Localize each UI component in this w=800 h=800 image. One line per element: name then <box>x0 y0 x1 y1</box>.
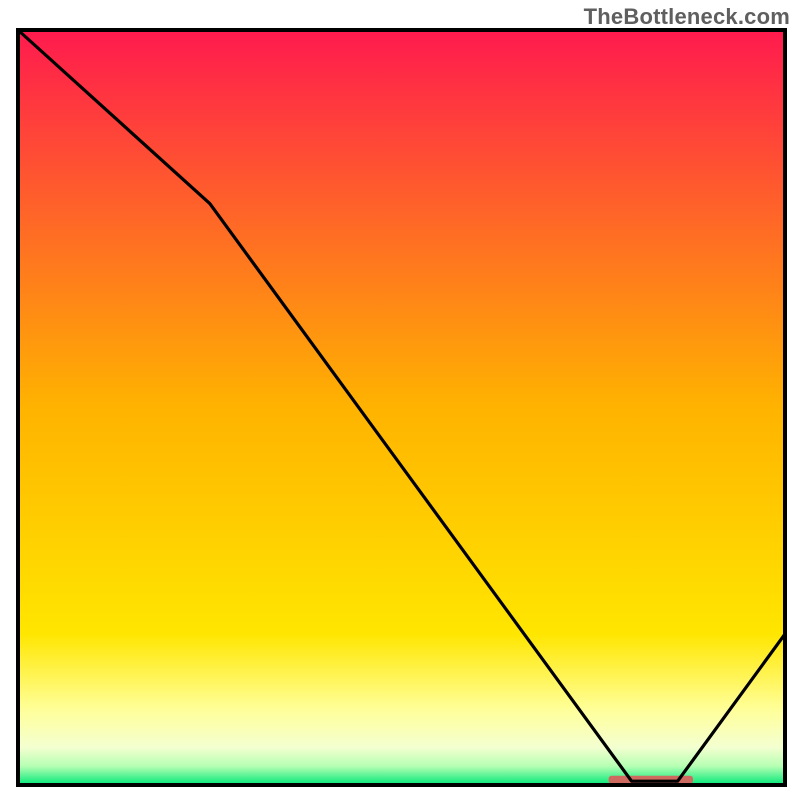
watermark-text: TheBottleneck.com <box>584 4 790 30</box>
chart-background <box>18 30 785 785</box>
chart-container: TheBottleneck.com <box>0 0 800 800</box>
bottleneck-chart <box>0 0 800 800</box>
